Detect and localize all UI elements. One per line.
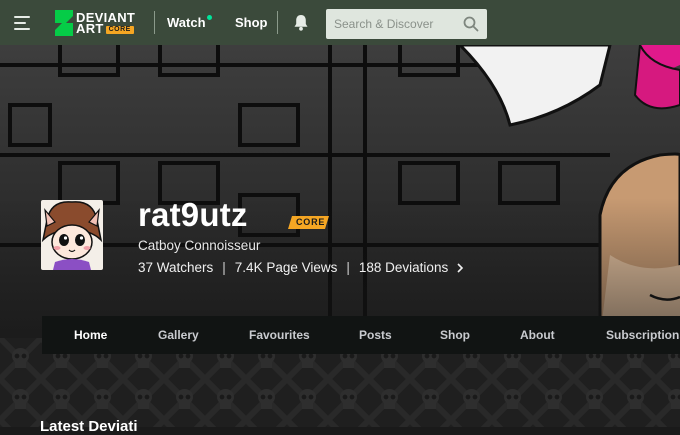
profile-banner <box>0 45 680 338</box>
tab-about[interactable]: About <box>520 328 555 342</box>
search-box <box>326 9 487 39</box>
tab-posts[interactable]: Posts <box>359 328 392 342</box>
nav-divider <box>154 11 155 34</box>
search-input[interactable] <box>326 10 451 38</box>
nav-watch-label: Watch <box>167 15 206 30</box>
nav-shop[interactable]: Shop <box>235 15 268 30</box>
tab-gallery[interactable]: Gallery <box>158 328 199 342</box>
tab-shop[interactable]: Shop <box>440 328 470 342</box>
logo-text-line2: ART <box>76 21 104 36</box>
deviations-count[interactable]: 188 Deviations <box>359 260 448 275</box>
avatar[interactable] <box>41 200 103 270</box>
top-nav-bar: DEVIANT ART CORE Watch Shop <box>0 0 680 45</box>
bell-icon[interactable] <box>293 14 309 31</box>
username[interactable]: rat9utz <box>138 196 248 234</box>
avatar-image <box>41 200 103 270</box>
core-badge-label: CORE <box>296 217 326 227</box>
watch-notification-dot <box>206 15 212 20</box>
page-views-count: 7.4K Page Views <box>234 260 338 275</box>
chevron-right-icon[interactable] <box>456 262 464 273</box>
nav-divider <box>277 11 278 34</box>
core-membership-badge[interactable]: CORE <box>288 216 329 229</box>
logo-core-badge: CORE <box>105 26 134 34</box>
deviantart-logo[interactable]: DEVIANT ART CORE <box>55 10 135 36</box>
stat-separator: | <box>346 260 350 275</box>
logo-wordmark: DEVIANT ART CORE <box>76 11 135 36</box>
tab-subscriptions[interactable]: Subscriptions <box>606 328 680 342</box>
profile-tabs: Home Gallery Favourites Posts Shop About… <box>42 316 680 354</box>
stat-separator: | <box>222 260 226 275</box>
tab-home[interactable]: Home <box>74 328 107 342</box>
profile-stats: 37 Watchers | 7.4K Page Views | 188 Devi… <box>138 260 464 275</box>
watchers-count[interactable]: 37 Watchers <box>138 260 213 275</box>
search-icon[interactable] <box>463 16 479 32</box>
nav-watch[interactable]: Watch <box>167 15 212 30</box>
deviantart-logo-icon <box>55 10 73 36</box>
tab-favourites[interactable]: Favourites <box>249 328 310 342</box>
menu-icon[interactable] <box>14 16 30 30</box>
profile-tagline: Catboy Connoisseur <box>138 238 261 253</box>
